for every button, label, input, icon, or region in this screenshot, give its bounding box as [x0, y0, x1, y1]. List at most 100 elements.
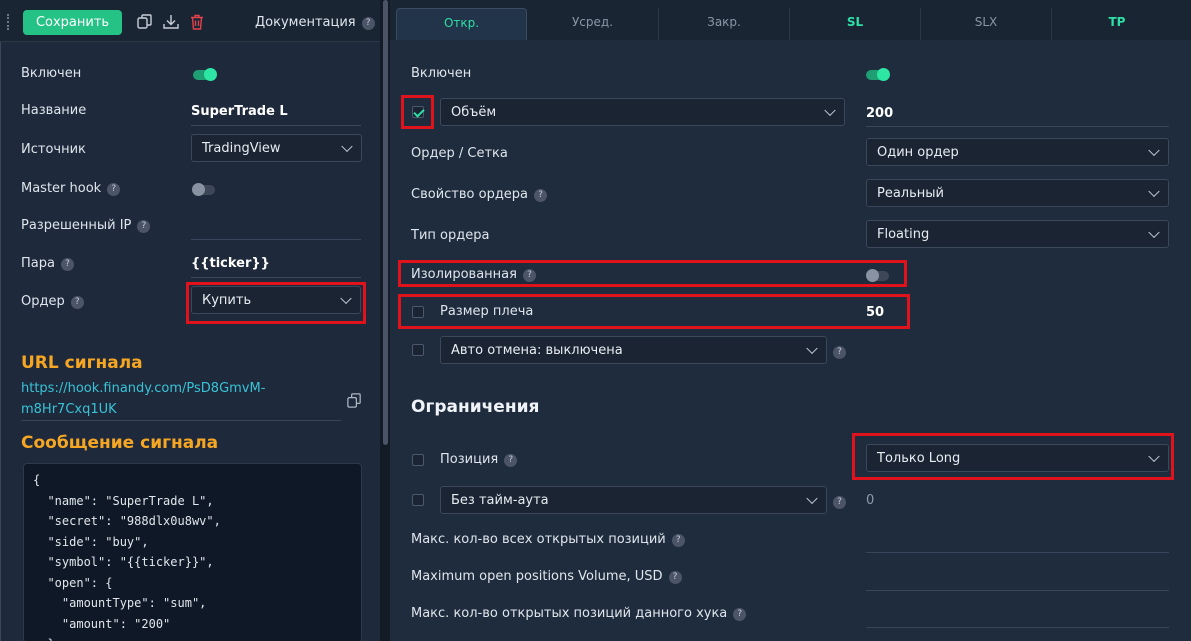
documentation-link[interactable]: Документация?	[255, 15, 375, 30]
max-positions-volume-field[interactable]	[866, 590, 1169, 591]
order-type-value: Floating	[877, 226, 930, 242]
order-property-label: Свойство ордера?	[411, 187, 548, 202]
tab-open[interactable]: Откр.	[396, 8, 527, 40]
help-icon[interactable]: ?	[733, 608, 747, 621]
allowed-ip-label: Разрешенный IP?	[21, 218, 151, 233]
timeout-select[interactable]: Без тайм-аута	[440, 486, 827, 514]
order-type-label: Тип ордера	[411, 228, 490, 243]
help-icon[interactable]: ?	[70, 296, 84, 309]
open-enabled-toggle[interactable]	[866, 68, 890, 81]
chevron-down-icon	[824, 104, 836, 117]
name-field[interactable]: SuperTrade L	[191, 104, 288, 119]
pair-label: Пара?	[21, 256, 74, 271]
pair-field[interactable]: {{ticker}}	[191, 256, 270, 271]
name-label: Название	[21, 103, 87, 118]
signal-message-title: Сообщение сигнала	[21, 433, 219, 453]
pair-underline	[191, 277, 361, 278]
highlight-box-order-side	[186, 282, 366, 324]
help-icon[interactable]: ?	[833, 496, 846, 509]
max-all-positions-field[interactable]	[866, 552, 1169, 553]
copy-icon[interactable]	[136, 13, 154, 31]
order-text: Ордер	[21, 294, 65, 309]
help-icon[interactable]: ?	[668, 571, 682, 584]
master-hook-toggle[interactable]	[192, 183, 215, 196]
chevron-down-icon	[806, 492, 818, 505]
help-icon[interactable]: ?	[833, 346, 846, 359]
order-property-text: Свойство ордера	[411, 187, 529, 202]
pair-text: Пара	[21, 256, 55, 271]
volume-underline	[866, 126, 1169, 127]
chevron-down-icon	[1148, 226, 1160, 239]
order-grid-value: Один ордер	[877, 144, 959, 160]
open-enabled-label: Включен	[411, 66, 472, 81]
order-property-select[interactable]: Реальный	[866, 179, 1169, 207]
allowed-ip-field[interactable]	[191, 239, 361, 240]
source-select[interactable]: TradingView	[191, 134, 362, 162]
help-icon[interactable]: ?	[671, 534, 685, 547]
tab-slx[interactable]: SLX	[920, 8, 1051, 40]
signal-url-underline	[21, 420, 341, 421]
enabled-toggle[interactable]	[193, 68, 217, 81]
source-label: Источник	[21, 142, 86, 157]
enabled-label: Включен	[21, 66, 82, 81]
help-icon[interactable]: ?	[504, 454, 518, 467]
chevron-down-icon	[341, 140, 353, 153]
volume-type-select[interactable]: Объём	[440, 98, 845, 126]
tab-tp[interactable]: TP	[1051, 8, 1182, 40]
order-type-select[interactable]: Floating	[866, 220, 1169, 248]
chevron-down-icon	[1148, 185, 1160, 198]
chevron-down-icon	[1148, 144, 1160, 157]
name-underline	[191, 125, 361, 126]
order-label: Ордер?	[21, 294, 84, 309]
tab-average[interactable]: Усред.	[527, 8, 658, 40]
timeout-value: Без тайм-аута	[451, 492, 549, 508]
help-icon[interactable]: ?	[534, 189, 548, 202]
signal-message-code[interactable]: { "name": "SuperTrade L", "secret": "988…	[23, 463, 362, 641]
order-grid-label: Ордер / Сетка	[411, 146, 508, 161]
timeout-checkbox[interactable]	[412, 494, 424, 506]
max-all-positions-label: Макс. кол-во всех открытых позиций?	[411, 532, 685, 547]
master-hook-text: Master hook	[21, 181, 102, 196]
max-hook-positions-text: Макс. кол-во открытых позиций данного ху…	[411, 606, 728, 621]
master-hook-label: Master hook?	[21, 181, 121, 196]
position-text: Позиция	[440, 452, 499, 467]
order-tabs: Откр. Усред. Закр. SL SLX TP	[390, 0, 1191, 40]
timeout-number[interactable]: 0	[866, 493, 874, 508]
download-icon[interactable]	[162, 13, 180, 31]
max-hook-positions-field[interactable]	[866, 627, 1169, 628]
highlight-box-leverage	[398, 294, 910, 329]
order-property-value: Реальный	[877, 185, 944, 201]
chevron-down-icon	[806, 342, 818, 355]
highlight-box-isolated	[398, 260, 907, 287]
max-positions-volume-label: Maximum open positions Volume, USD?	[411, 569, 682, 584]
auto-cancel-checkbox[interactable]	[412, 344, 424, 356]
max-all-positions-text: Макс. кол-во всех открытых позиций	[411, 532, 666, 547]
max-positions-volume-text: Maximum open positions Volume, USD	[411, 569, 663, 584]
source-value: TradingView	[202, 140, 281, 156]
help-icon[interactable]: ?	[60, 258, 74, 271]
order-grid-select[interactable]: Один ордер	[866, 138, 1169, 166]
position-checkbox[interactable]	[412, 454, 424, 466]
help-icon[interactable]: ?	[107, 183, 121, 196]
documentation-label: Документация	[255, 15, 356, 30]
max-hook-positions-label: Макс. кол-во открытых позиций данного ху…	[411, 606, 747, 621]
auto-cancel-value: Авто отмена: выключена	[451, 342, 623, 358]
volume-field[interactable]: 200	[866, 106, 893, 121]
tab-close[interactable]: Закр.	[658, 8, 789, 40]
highlight-box-position	[852, 433, 1174, 480]
signal-url-title: URL сигнала	[21, 353, 143, 373]
limits-title: Ограничения	[411, 397, 540, 417]
trash-icon[interactable]	[188, 13, 206, 31]
help-icon[interactable]: ?	[361, 17, 375, 30]
drag-handle-icon[interactable]	[7, 14, 9, 30]
save-button[interactable]: Сохранить	[23, 10, 122, 35]
copy-url-icon[interactable]	[346, 392, 363, 409]
highlight-box-volume-checkbox	[401, 95, 434, 129]
auto-cancel-select[interactable]: Авто отмена: выключена	[440, 336, 827, 364]
scrollbar-thumb[interactable]	[383, 0, 388, 445]
allowed-ip-text: Разрешенный IP	[21, 218, 132, 233]
tab-sl[interactable]: SL	[789, 8, 920, 40]
help-icon[interactable]: ?	[137, 220, 151, 233]
signal-url-link[interactable]: https://hook.finandy.com/PsD8GmvM-m8Hr7C…	[21, 378, 341, 420]
volume-type-value: Объём	[451, 104, 497, 120]
